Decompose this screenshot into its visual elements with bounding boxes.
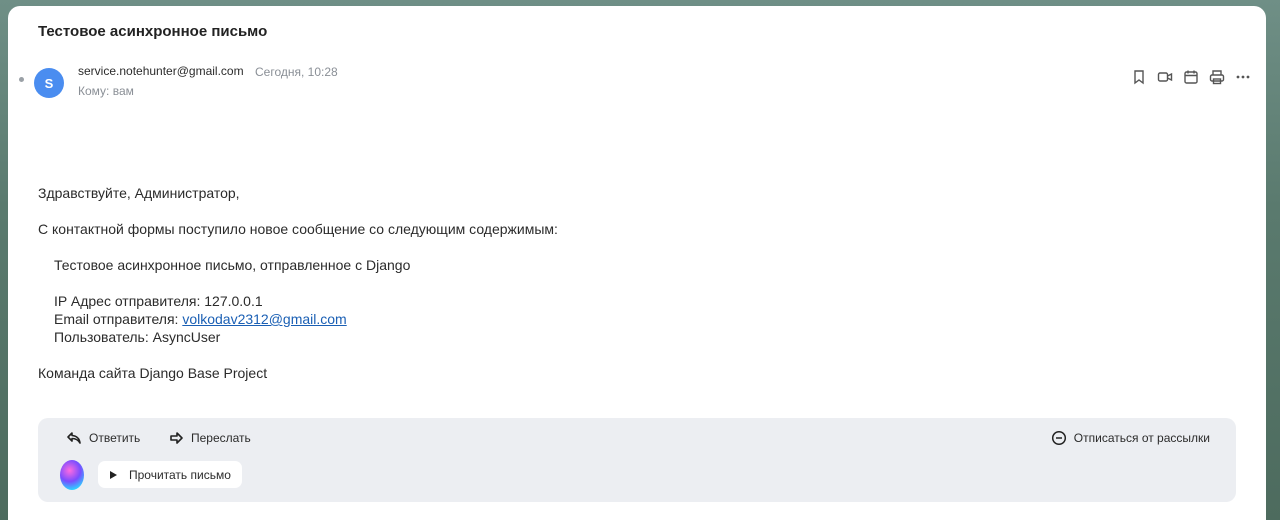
sender-email-link[interactable]: volkodav2312@gmail.com <box>182 311 346 327</box>
forward-label: Переслать <box>191 431 251 445</box>
email-label: Email отправителя: <box>54 311 183 327</box>
email-line: Email отправителя: volkodav2312@gmail.co… <box>54 310 347 328</box>
print-icon[interactable] <box>1208 68 1226 86</box>
read-aloud-button[interactable]: Прочитать письмо <box>98 461 242 488</box>
email-date: Сегодня, 10:28 <box>255 65 338 79</box>
unsubscribe-label: Отписаться от рассылки <box>1073 431 1210 445</box>
message-toolbar <box>1130 68 1252 86</box>
intro-text: С контактной формы поступило новое сообщ… <box>38 221 558 237</box>
unread-dot <box>19 77 24 82</box>
signature-text: Команда сайта Django Base Project <box>38 365 268 381</box>
recipient-line[interactable]: Кому: вам <box>78 84 134 98</box>
play-icon <box>110 470 117 479</box>
message-text: Тестовое асинхронное письмо, отправленно… <box>54 257 411 273</box>
reply-label: Ответить <box>89 431 141 445</box>
video-icon[interactable] <box>1156 68 1174 86</box>
avatar[interactable]: S <box>34 68 64 98</box>
reply-icon <box>67 432 81 444</box>
sender-address[interactable]: service.notehunter@gmail.com <box>78 64 244 78</box>
calendar-icon[interactable] <box>1182 68 1200 86</box>
action-panel: Ответить Переслать Отписаться от рассылк… <box>38 418 1236 502</box>
unsubscribe-button[interactable]: Отписаться от рассылки <box>1051 430 1210 446</box>
email-card: Тестовое асинхронное письмо S service.no… <box>8 6 1266 520</box>
forward-button[interactable]: Переслать <box>168 430 251 446</box>
reply-button[interactable]: Ответить <box>66 430 140 446</box>
greeting-text: Здравствуйте, Администратор, <box>38 185 240 201</box>
user-line: Пользователь: AsyncUser <box>54 329 221 345</box>
read-aloud-label: Прочитать письмо <box>129 467 231 482</box>
ip-line: IP Адрес отправителя: 127.0.0.1 <box>54 293 263 309</box>
minus-circle-icon <box>1051 430 1066 446</box>
email-subject: Тестовое асинхронное письмо <box>38 23 268 40</box>
bookmark-icon[interactable] <box>1130 68 1148 86</box>
forward-icon <box>170 432 183 444</box>
more-icon[interactable] <box>1234 68 1252 86</box>
assistant-orb-icon[interactable] <box>60 460 84 490</box>
